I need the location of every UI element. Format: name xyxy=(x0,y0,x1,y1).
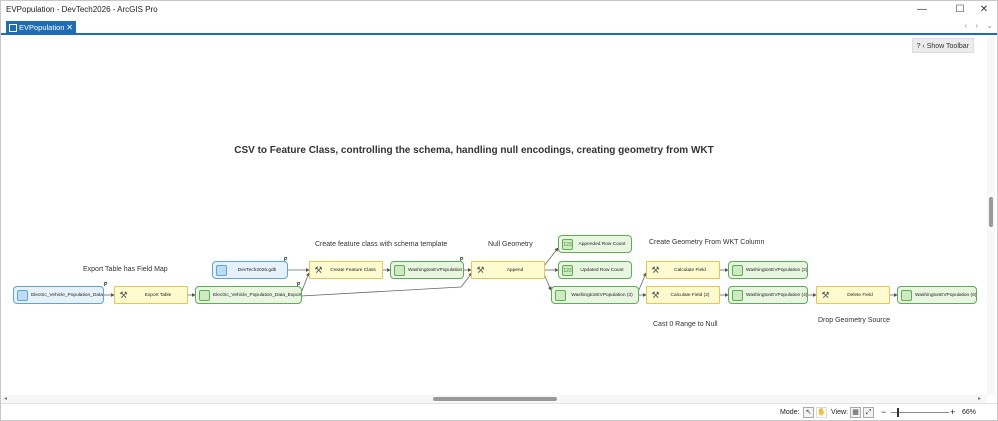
table-data-icon xyxy=(17,290,28,301)
horizontal-scroll-thumb[interactable] xyxy=(433,397,557,401)
feature-class-icon xyxy=(394,265,405,276)
minimize-button[interactable]: — xyxy=(907,1,937,19)
zoom-out-button[interactable]: − xyxy=(881,404,886,421)
label-create-fc-schema: Create feature class with schema templat… xyxy=(315,241,448,248)
tab-menu-chevron-icon[interactable]: ⌄ xyxy=(986,21,993,30)
tab-evpopulation[interactable]: EVPopulation ✕ xyxy=(6,21,76,35)
hammer-icon: ⚒ xyxy=(651,290,660,300)
hammer-icon: ⚒ xyxy=(651,265,660,275)
full-extent-icon[interactable]: ⤢ xyxy=(863,407,874,418)
tab-label: EVPopulation xyxy=(19,23,65,32)
label-export-table-field-map: Export Table has Field Map xyxy=(83,266,168,273)
node-tool-export-table[interactable]: ⚒ Export Table xyxy=(114,286,188,304)
zoom-in-button[interactable]: + xyxy=(950,404,955,421)
node-output-washington-4[interactable]: WashingtonEVPopulation (4) xyxy=(728,286,808,304)
number-variable-icon: 123 xyxy=(562,265,573,276)
feature-class-icon xyxy=(901,290,912,301)
param-marker-washington-1: P xyxy=(460,257,464,263)
table-output-icon xyxy=(199,290,210,301)
title-bar: EVPopulation - DevTech2026 - ArcGIS Pro … xyxy=(1,1,997,19)
param-marker-export-output: P xyxy=(297,282,301,288)
status-bar: Mode: ↖ ✋ View: ▦ ⤢ − + 66% xyxy=(1,403,997,420)
node-tool-delete-field[interactable]: ⚒ Delete Field xyxy=(816,286,890,304)
feature-class-icon xyxy=(732,290,743,301)
geodatabase-icon xyxy=(216,265,227,276)
tab-strip: EVPopulation ✕ ‹ › ⌄ xyxy=(1,19,997,35)
node-output-washington-6[interactable]: WashingtonEVPopulation (6) xyxy=(897,286,977,304)
hammer-icon: ⚒ xyxy=(119,290,128,300)
link-wa3-to-calc xyxy=(637,272,647,293)
arcgis-pro-window: EVPopulation - DevTech2026 - ArcGIS Pro … xyxy=(0,0,998,421)
node-output-updated-row-count[interactable]: 123 Updated Row Count xyxy=(558,261,632,279)
zoom-slider-thumb[interactable] xyxy=(897,408,899,417)
node-tool-create-feature-class[interactable]: ⚒ Create Feature Class xyxy=(309,261,383,279)
hammer-icon: ⚒ xyxy=(314,265,323,275)
horizontal-scrollbar[interactable]: ◂ ▸ xyxy=(1,395,987,403)
node-output-washington-2[interactable]: WashingtonEVPopulation (2) xyxy=(728,261,808,279)
hammer-icon: ⚒ xyxy=(476,265,485,275)
select-mode-icon[interactable]: ↖ xyxy=(803,407,814,418)
param-marker-csv: P xyxy=(104,282,108,288)
link-append-to-appended xyxy=(543,247,559,267)
hammer-icon: ⚒ xyxy=(821,290,830,300)
node-input-gdb[interactable]: DevTech2026.gdb xyxy=(212,261,288,279)
zoom-slider-track[interactable] xyxy=(891,412,949,413)
vertical-scroll-thumb[interactable] xyxy=(989,197,993,227)
label-drop-geometry-source: Drop Geometry Source xyxy=(818,317,890,324)
zoom-value: 66% xyxy=(962,409,977,416)
tab-close-icon[interactable]: ✕ xyxy=(66,21,73,35)
window-title: EVPopulation - DevTech2026 - ArcGIS Pro xyxy=(6,5,158,14)
link-exportout-to-createfc xyxy=(300,272,310,294)
param-marker-gdb: P xyxy=(284,257,288,263)
node-tool-append[interactable]: ⚒ Append xyxy=(471,261,545,279)
node-output-export-table[interactable]: Electric_Vehicle_Population_Data_ExportT… xyxy=(195,286,302,304)
view-label: View: xyxy=(831,409,848,416)
node-output-washington-3[interactable]: WashingtonEVPopulation (3) xyxy=(551,286,639,304)
feature-class-icon xyxy=(732,265,743,276)
label-null-geometry: Null Geometry xyxy=(488,241,533,248)
pan-mode-icon[interactable]: ✋ xyxy=(816,407,827,418)
scroll-left-icon[interactable]: ◂ xyxy=(4,395,7,402)
feature-class-icon xyxy=(555,290,566,301)
number-variable-icon: 123 xyxy=(562,239,573,250)
scroll-right-icon[interactable]: ▸ xyxy=(978,395,981,402)
model-icon xyxy=(9,24,17,32)
label-cast-zero-null: Cast 0 Range to Null xyxy=(653,321,718,328)
fit-view-icon[interactable]: ▦ xyxy=(850,407,861,418)
model-canvas[interactable]: ? ‹ Show Toolbar CSV to Feature Class, c… xyxy=(1,37,987,395)
label-create-geometry-wkt: Create Geometry From WKT Column xyxy=(649,239,765,246)
node-tool-calculate-field[interactable]: ⚒ Calculate Field xyxy=(646,261,720,279)
vertical-scrollbar[interactable] xyxy=(987,37,995,395)
mode-label: Mode: xyxy=(780,409,800,416)
connector-lines xyxy=(103,247,898,297)
node-input-csv[interactable]: Electric_Vehicle_Population_Data.csv xyxy=(13,286,104,304)
link-append-to-wa3 xyxy=(543,273,552,291)
node-tool-calculate-field-2[interactable]: ⚒ Calculate Field (2) xyxy=(646,286,720,304)
node-output-appended-row-count[interactable]: 123 Appended Row Count xyxy=(558,235,632,253)
tab-nav-arrows[interactable]: ‹ › xyxy=(964,21,981,30)
node-output-washington-1[interactable]: WashingtonEVPopulation xyxy=(390,261,464,279)
close-button[interactable]: ✕ xyxy=(969,1,998,19)
